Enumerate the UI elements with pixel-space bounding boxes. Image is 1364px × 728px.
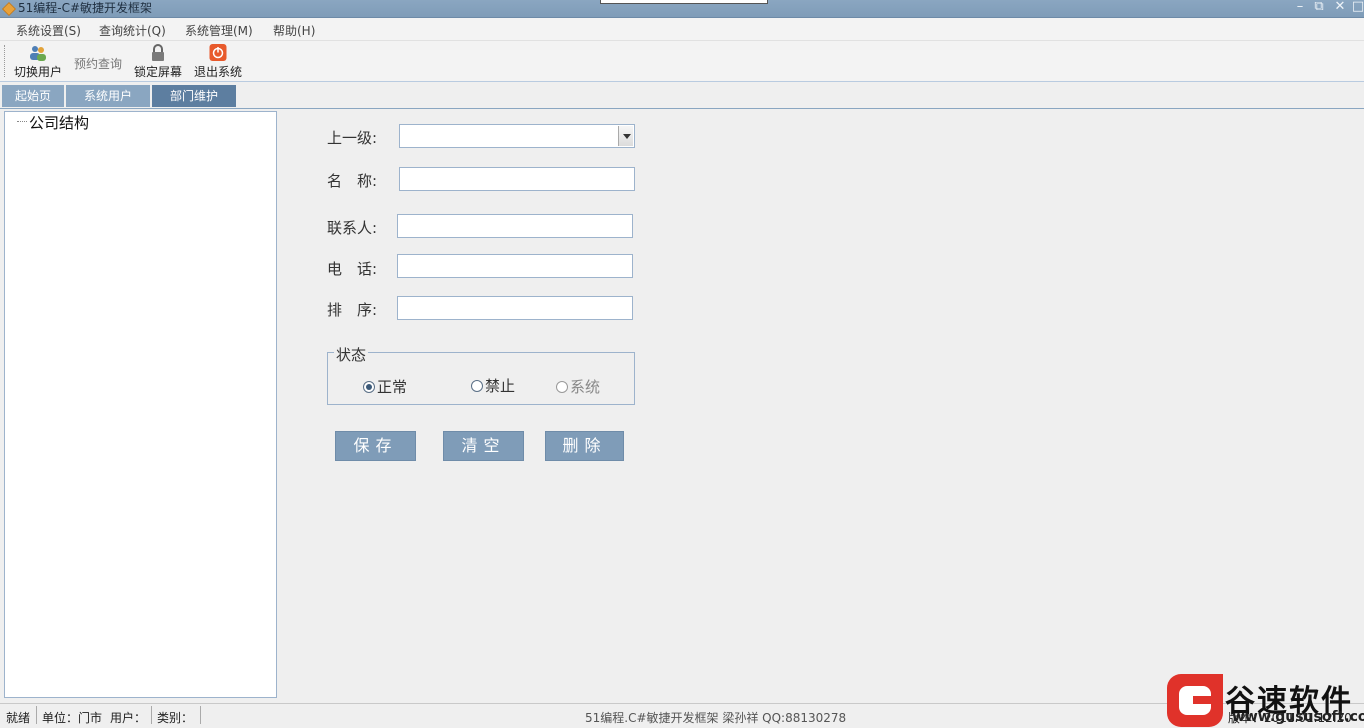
department-tree[interactable]: 公司结构 bbox=[4, 111, 277, 698]
tab-system-users[interactable]: 系统用户 bbox=[66, 85, 150, 107]
lock-screen-button[interactable]: 锁定屏幕 bbox=[130, 43, 186, 79]
name-label: 名 称: bbox=[327, 172, 378, 190]
chevron-down-icon[interactable] bbox=[618, 126, 633, 146]
tab-strip: 起始页 系统用户 部门维护 bbox=[0, 84, 1364, 108]
order-field[interactable] bbox=[397, 296, 633, 320]
window-title: 51编程-C#敏捷开发框架 bbox=[18, 1, 153, 15]
tab-start-page[interactable]: 起始页 bbox=[2, 85, 64, 107]
radio-normal-label: 正常 bbox=[377, 378, 408, 396]
delete-button[interactable]: 删除 bbox=[545, 431, 624, 461]
radio-normal[interactable]: 正常 bbox=[363, 376, 407, 397]
toolbar-grip[interactable] bbox=[4, 45, 7, 77]
exit-system-label: 退出系统 bbox=[193, 65, 242, 79]
contact-field[interactable] bbox=[397, 214, 633, 238]
name-field[interactable] bbox=[399, 167, 635, 191]
radio-unchecked-icon bbox=[556, 381, 568, 393]
switch-user-button[interactable]: 切换用户 bbox=[10, 43, 66, 79]
status-separator bbox=[200, 706, 201, 724]
power-icon bbox=[209, 44, 227, 61]
tab-divider bbox=[0, 108, 1364, 109]
lock-icon bbox=[152, 44, 164, 61]
radio-forbidden[interactable]: 禁止 bbox=[471, 375, 515, 396]
status-ready: 就绪 bbox=[6, 711, 31, 725]
order-label: 排 序: bbox=[327, 301, 378, 319]
tree-connector bbox=[17, 121, 27, 122]
status-unit: 单位：门市 bbox=[42, 711, 103, 725]
menu-system-settings[interactable]: 系统设置(S) bbox=[16, 22, 81, 39]
radio-system-label: 系统 bbox=[570, 378, 601, 396]
menu-bar: 系统设置(S) 查询统计(Q) 系统管理(M) 帮助(H) bbox=[0, 18, 1364, 41]
radio-checked-icon bbox=[363, 381, 375, 393]
clear-button[interactable]: 清空 bbox=[443, 431, 524, 461]
users-icon bbox=[30, 46, 46, 61]
lock-screen-label: 锁定屏幕 bbox=[133, 65, 182, 79]
booking-query-button[interactable]: 预约查询 bbox=[70, 43, 126, 79]
contact-label: 联系人: bbox=[327, 219, 378, 237]
parent-label: 上一级: bbox=[327, 129, 378, 147]
menu-help[interactable]: 帮助(H) bbox=[273, 22, 315, 39]
restore-icon[interactable]: ⧉ bbox=[1311, 0, 1327, 16]
menu-system-management[interactable]: 系统管理(M) bbox=[185, 22, 253, 39]
switch-user-label: 切换用户 bbox=[13, 65, 62, 79]
tab-department-maintenance[interactable]: 部门维护 bbox=[152, 85, 236, 107]
status-category: 类别： bbox=[157, 711, 194, 725]
resize-icon[interactable]: □ bbox=[1350, 0, 1364, 16]
exit-system-button[interactable]: 退出系统 bbox=[190, 43, 246, 79]
watermark-logo bbox=[1167, 674, 1223, 727]
radio-forbidden-label: 禁止 bbox=[485, 377, 516, 395]
phone-field[interactable] bbox=[397, 254, 633, 278]
status-group-title: 状态 bbox=[334, 344, 369, 365]
status-bar: 就绪 单位：门市 用户： 类别： 51编程.C#敏捷开发框架 梁孙祥 QQ:88… bbox=[0, 703, 1364, 728]
minimize-icon[interactable]: – bbox=[1292, 0, 1308, 16]
radio-system: 系统 bbox=[556, 376, 600, 397]
status-user: 用户： bbox=[110, 711, 147, 725]
phone-label: 电 话: bbox=[327, 260, 378, 278]
watermark-url: www.gususoft.com bbox=[1232, 709, 1364, 725]
close-icon[interactable]: ✕ bbox=[1332, 0, 1348, 16]
toolbar: 切换用户 预约查询 锁定屏幕 退出系统 bbox=[0, 41, 1364, 82]
app-icon bbox=[2, 2, 16, 16]
title-bar: 51编程-C#敏捷开发框架 – ⧉ ✕ □ bbox=[0, 0, 1364, 18]
radio-unchecked-icon bbox=[471, 380, 483, 392]
status-separator bbox=[36, 706, 37, 724]
status-copyright: 51编程.C#敏捷开发框架 梁孙祥 QQ:88130278 bbox=[585, 711, 847, 725]
menu-query-stats[interactable]: 查询统计(Q) bbox=[99, 22, 166, 39]
save-button[interactable]: 保存 bbox=[335, 431, 416, 461]
booking-query-label: 预约查询 bbox=[73, 57, 122, 71]
status-separator bbox=[151, 706, 152, 724]
title-indicator bbox=[600, 0, 768, 4]
tree-node-root[interactable]: 公司结构 bbox=[29, 112, 89, 133]
parent-dropdown[interactable] bbox=[399, 124, 635, 148]
